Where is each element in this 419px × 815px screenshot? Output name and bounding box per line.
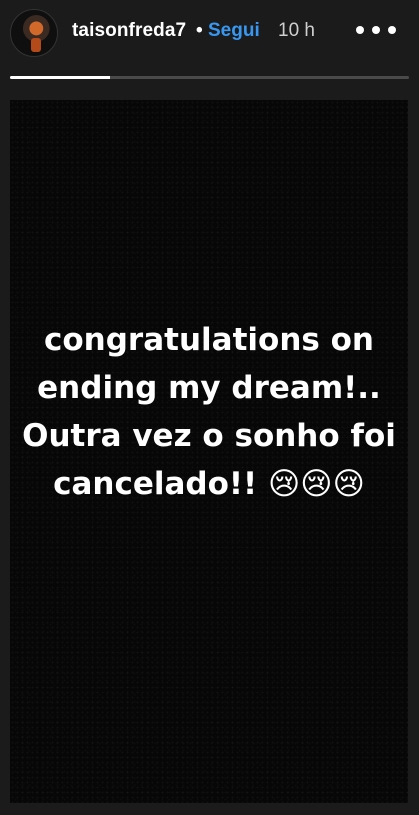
caption-line: ending my dream!.. [37,370,381,406]
story-progress-fill [10,76,110,79]
more-options-icon[interactable] [356,16,396,44]
caption-line: Outra vez o sonho foi [22,418,396,454]
username[interactable]: taisonfreda7 [72,20,186,42]
follow-button[interactable]: Segui [208,20,260,42]
story-content[interactable]: congratulations on ending my dream!.. Ou… [10,100,408,803]
profile-avatar[interactable] [10,9,58,57]
post-time: 10 h [278,20,315,41]
caption-line: cancelado!! 😢😢😢 [53,466,365,502]
story-header: taisonfreda7 • Segui 10 h [0,0,419,70]
story-caption: congratulations on ending my dream!.. Ou… [10,316,408,508]
story-progress-bar [10,76,409,79]
caption-line: congratulations on [44,322,374,358]
separator-dot: • [196,20,203,41]
